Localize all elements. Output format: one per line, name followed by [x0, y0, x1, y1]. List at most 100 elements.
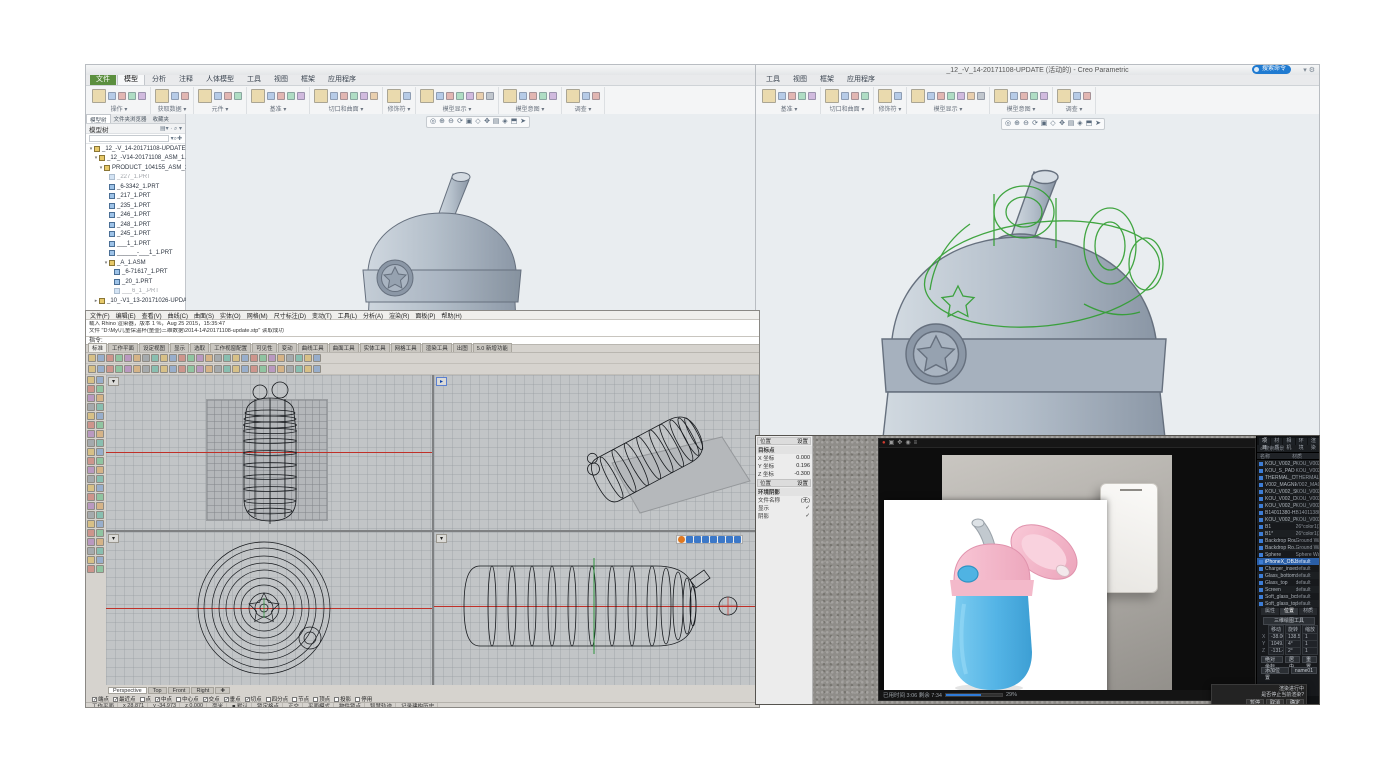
toolbar-icon[interactable]: [87, 394, 95, 402]
toolbar-icon[interactable]: [214, 365, 222, 373]
page-tab-Perspective[interactable]: Perspective: [108, 687, 147, 694]
popup-icon[interactable]: [678, 536, 685, 543]
ribbon-tool-icon[interactable]: [370, 92, 378, 100]
scene-node[interactable]: Soft_glass_topdefault: [1257, 600, 1320, 607]
settings-icon[interactable]: ≡: [914, 439, 918, 448]
toolbar-icon[interactable]: [115, 365, 123, 373]
button-name01[interactable]: name01: [1291, 667, 1317, 674]
ribbon-tool-icon[interactable]: [456, 92, 464, 100]
scene-node[interactable]: iPhoneX_OBJdefault: [1257, 558, 1320, 565]
toolbar-icon[interactable]: [88, 365, 96, 373]
scene-node[interactable]: B1*26°color1(26: [1257, 530, 1320, 537]
checkbox[interactable]: ✓: [245, 697, 250, 702]
ribbon-tool-icon[interactable]: [798, 92, 806, 100]
menu-实体(O)[interactable]: 实体(O): [220, 311, 241, 320]
popup-icon[interactable]: [718, 536, 725, 543]
tree-node[interactable]: _6-3342_1.PRT: [86, 182, 185, 192]
ribbon-group-label[interactable]: 切口和曲面 ▾: [314, 103, 378, 114]
toolbar-icon[interactable]: [115, 354, 123, 362]
ribbon-tool-icon[interactable]: [108, 92, 116, 100]
toolbar-icon[interactable]: [96, 565, 104, 573]
tree-filter-icons[interactable]: ▾⌕✚: [171, 135, 182, 143]
ribbon-tool-icon[interactable]: [1083, 92, 1091, 100]
spin-center-icon[interactable]: ✥: [483, 118, 491, 126]
toolbar-icon[interactable]: [96, 475, 104, 483]
tree-node[interactable]: _235_1.PRT: [86, 201, 185, 211]
tree-node[interactable]: ______-___1_1.PRT: [86, 249, 185, 259]
scene-tab-渲染[interactable]: 渲染: [1308, 438, 1319, 445]
reference-photo[interactable]: [884, 500, 1107, 696]
viewport-top-label[interactable]: ▾: [108, 377, 119, 386]
toolbar-icon[interactable]: [214, 354, 222, 362]
ribbon-tool-icon[interactable]: [1040, 92, 1048, 100]
tree-node[interactable]: _217_1.PRT: [86, 192, 185, 202]
zoom-out-icon[interactable]: ⊖: [1022, 120, 1030, 128]
toolbar-tab-可见性[interactable]: 可见性: [252, 343, 277, 352]
ribbon-tool-icon[interactable]: [1030, 92, 1038, 100]
refit-icon[interactable]: ◎: [1004, 120, 1012, 128]
toolbar-icon[interactable]: [96, 439, 104, 447]
ribbon-tool-icon[interactable]: [155, 89, 169, 103]
checkbox[interactable]: [313, 697, 318, 702]
toolbar-icon[interactable]: [88, 354, 96, 362]
annotations-icon[interactable]: ➤: [519, 118, 527, 126]
ribbon-group-label[interactable]: 基准 ▾: [251, 103, 305, 114]
toolbar-icon[interactable]: [96, 385, 104, 393]
ribbon-tool-icon[interactable]: [476, 92, 484, 100]
toolbar-icon[interactable]: [178, 354, 186, 362]
dialog-button-暂停[interactable]: 暂停: [1246, 699, 1264, 705]
menu-查看(V)[interactable]: 查看(V): [142, 311, 162, 320]
datum-display-icon[interactable]: ◇: [474, 118, 482, 126]
tree-node[interactable]: ▸_10_-V1_13-20171026-UPDATE_ASM_.ASM: [86, 296, 185, 306]
toolbar-icon[interactable]: [187, 354, 195, 362]
toolbar-icon[interactable]: [96, 556, 104, 564]
rotate-value[interactable]: 2°: [1285, 647, 1301, 655]
toolbar-tab-渲染工具[interactable]: 渲染工具: [422, 343, 452, 352]
toolbar-icon[interactable]: [87, 385, 95, 393]
viewport-perspective-label[interactable]: ▸: [436, 377, 447, 386]
toolbar-icon[interactable]: [96, 376, 104, 384]
scale-value[interactable]: 1: [1302, 647, 1318, 655]
toolbar-icon[interactable]: [96, 511, 104, 519]
ribbon-tool-icon[interactable]: [420, 89, 434, 103]
repaint-icon[interactable]: ⟳: [1031, 120, 1039, 128]
button-添加位置[interactable]: 添加位置: [1261, 667, 1289, 674]
status-cell[interactable]: 物件锁点: [336, 702, 365, 708]
popup-icon[interactable]: [702, 536, 709, 543]
toolbar-icon[interactable]: [241, 365, 249, 373]
menu-曲线(C)[interactable]: 曲线(C): [168, 311, 188, 320]
toolbar-tab-工作平面[interactable]: 工作平面: [108, 343, 138, 352]
ribbon-tool-icon[interactable]: [592, 92, 600, 100]
status-cell[interactable]: ■ 默认: [229, 702, 252, 708]
toolbar-tab-工作视窗配置[interactable]: 工作视窗配置: [210, 343, 251, 352]
zoom-out-icon[interactable]: ⊖: [447, 118, 455, 126]
in-graphics-toolbar[interactable]: ◎⊕⊖⟳▣◇✥▤◈⬒➤: [426, 116, 530, 128]
toolbar-tab-设定视图[interactable]: 设定视图: [139, 343, 169, 352]
toolbar-icon[interactable]: [304, 365, 312, 373]
ribbon-tool-icon[interactable]: [503, 89, 517, 103]
toolbar-icon[interactable]: [124, 354, 132, 362]
toolbar-icon[interactable]: [133, 365, 141, 373]
toolbar-icon[interactable]: [87, 565, 95, 573]
scene-node[interactable]: KOU_V002_PLKOU_V002_PL: [1257, 516, 1320, 523]
toolbar-icon[interactable]: [96, 493, 104, 501]
toolbar-icon[interactable]: [96, 538, 104, 546]
tree-search-input[interactable]: [89, 135, 169, 142]
toolbar-icon[interactable]: [259, 354, 267, 362]
ribbon-tool-icon[interactable]: [861, 92, 869, 100]
page-tab-✚[interactable]: ✚: [215, 687, 230, 694]
toolbar-icon[interactable]: [96, 403, 104, 411]
ribbon-tool-icon[interactable]: [788, 92, 796, 100]
ribbon-tool-icon[interactable]: [1057, 89, 1071, 103]
toolbar-icon[interactable]: [169, 354, 177, 362]
scene-tab-环境[interactable]: 环境: [1296, 438, 1307, 445]
toolbar-tab-曲线工具[interactable]: 曲线工具: [298, 343, 328, 352]
page-tab-Front[interactable]: Front: [168, 687, 191, 694]
scene-node[interactable]: B126°color1(26: [1257, 523, 1320, 530]
tree-node[interactable]: ___1_1.PRT: [86, 239, 185, 249]
toolbar-tab-标准[interactable]: 标准: [88, 343, 107, 352]
popup-icon[interactable]: [694, 536, 701, 543]
ribbon-group-label[interactable]: 操作 ▾: [92, 103, 146, 114]
toolbar-icon[interactable]: [87, 439, 95, 447]
toolbar-icon[interactable]: [96, 412, 104, 420]
